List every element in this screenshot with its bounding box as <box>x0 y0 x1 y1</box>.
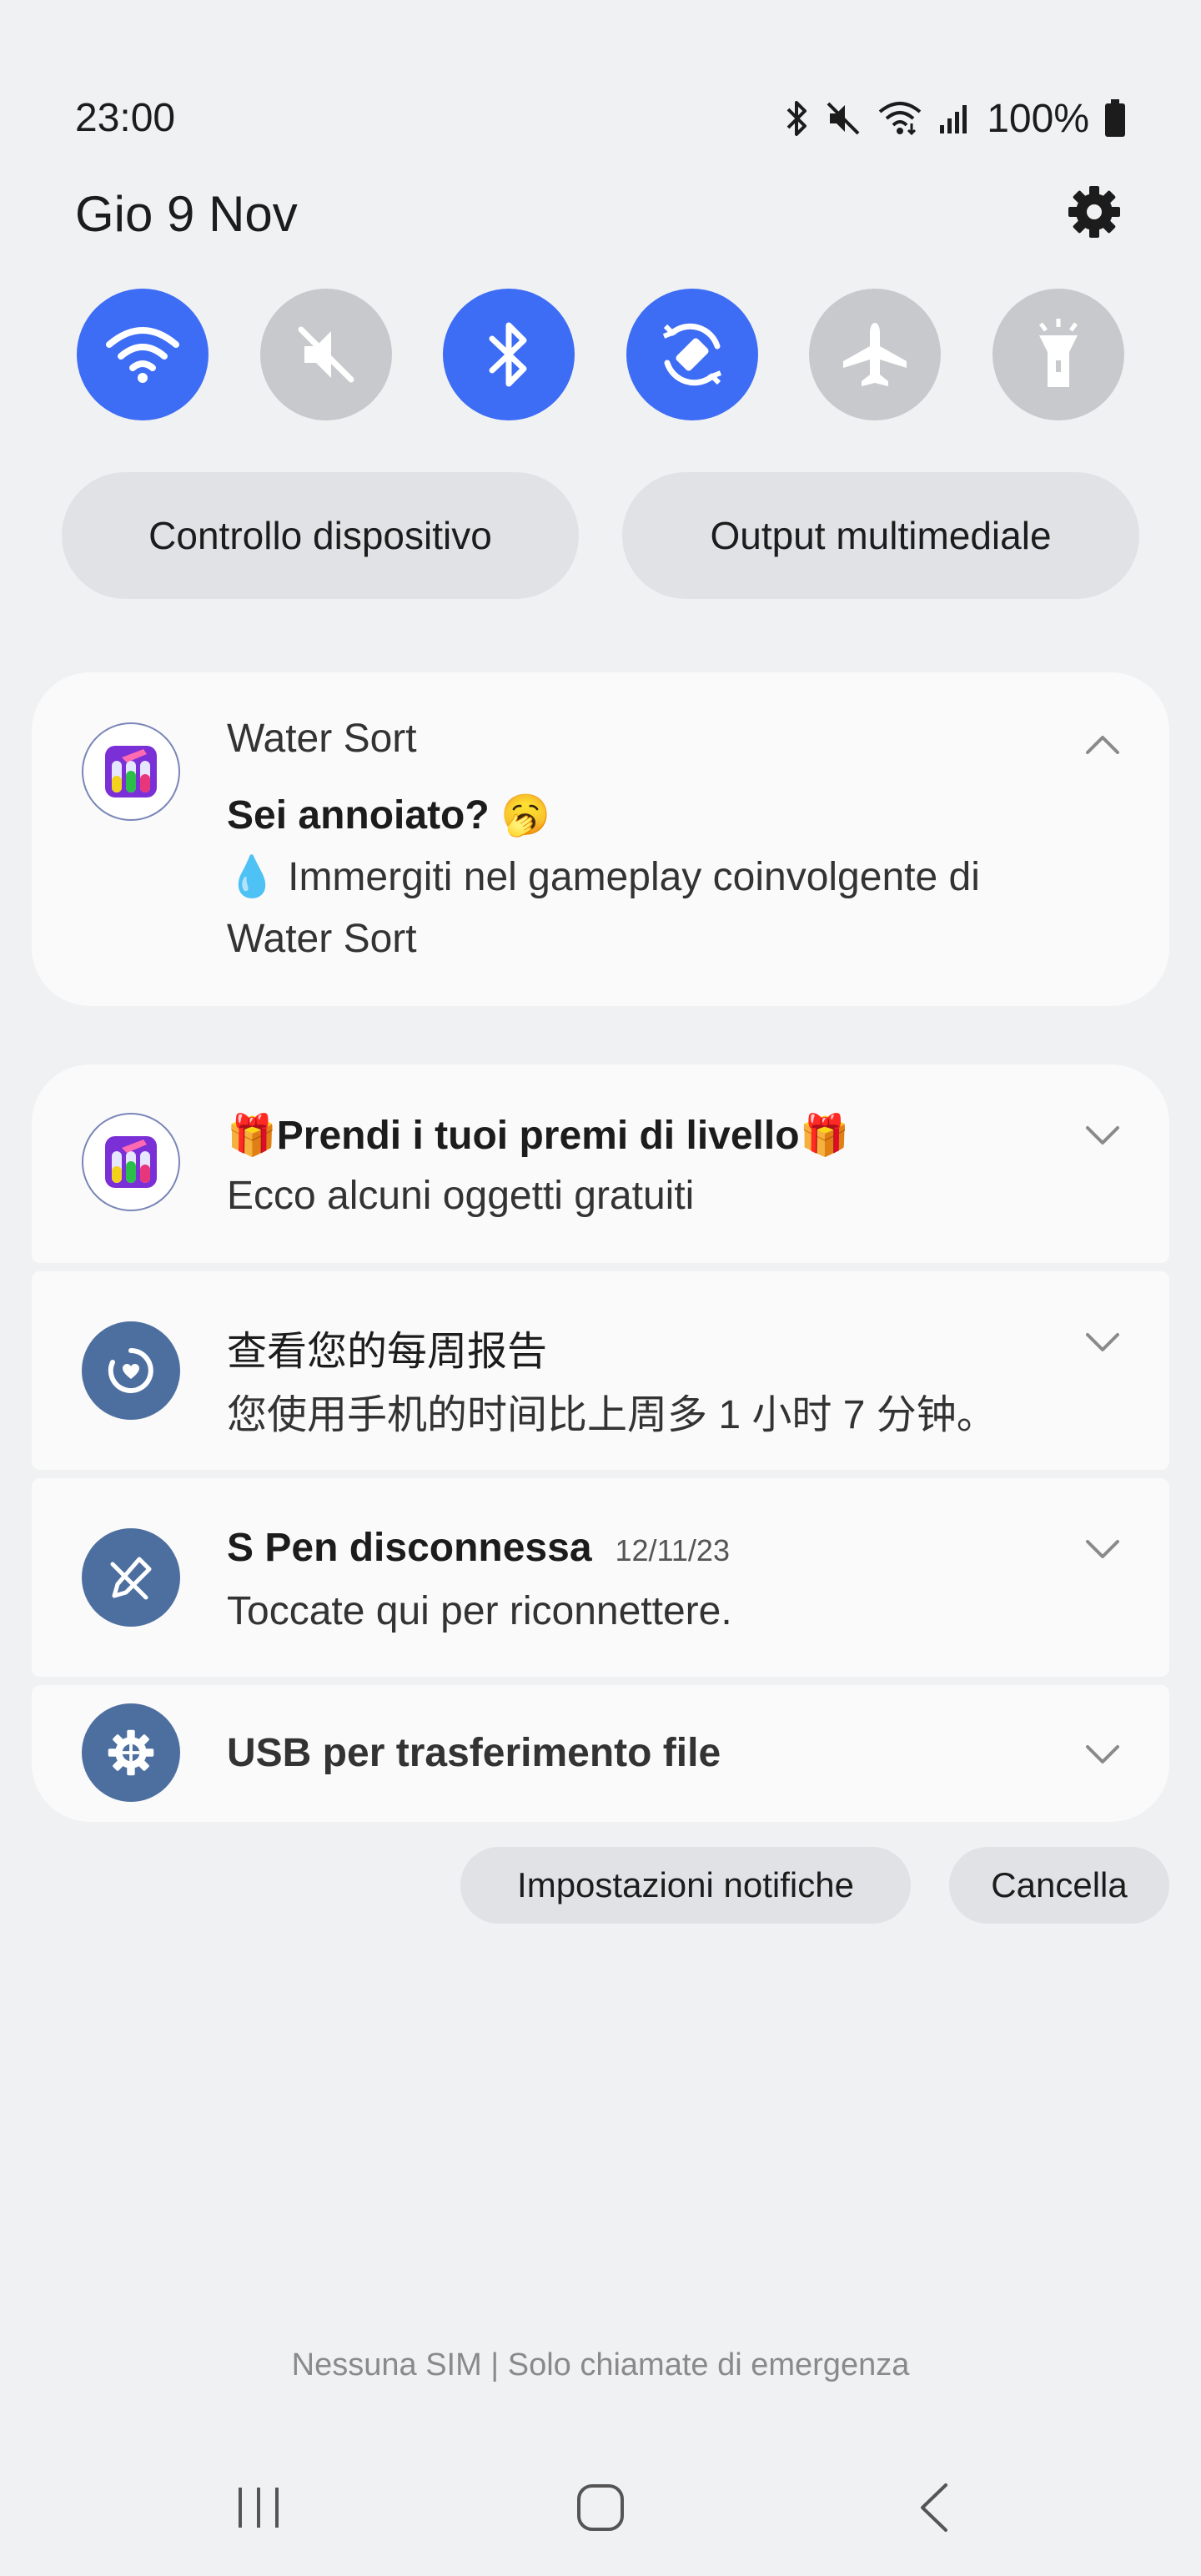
rotate-icon <box>662 323 721 386</box>
pen-off-icon <box>110 1557 152 1600</box>
chevron-down-icon[interactable] <box>1084 1538 1121 1562</box>
date-label: Gio 9 Nov <box>75 186 298 242</box>
notification-title: Sei annoiato? 🥱 <box>227 793 550 838</box>
toggle-auto-rotate[interactable] <box>626 289 758 420</box>
signal-icon <box>940 105 967 133</box>
water-sort-app-icon <box>82 1113 180 1211</box>
toggle-flashlight[interactable] <box>992 289 1124 420</box>
toggle-wifi[interactable] <box>77 289 209 420</box>
wifi-icon <box>878 102 922 136</box>
water-sort-app-icon <box>82 722 180 821</box>
sim-status-text: Nessuna SIM | Solo chiamate di emergenza <box>291 2347 910 2382</box>
home-button[interactable] <box>560 2474 641 2541</box>
battery-icon <box>1105 99 1125 137</box>
notification-body-line2: Water Sort <box>227 917 417 961</box>
notification-title: S Pen disconnessa <box>227 1526 592 1570</box>
notification-title-row: S Pen disconnessa 12/11/23 <box>227 1525 730 1571</box>
android-system-app-icon <box>82 1703 180 1802</box>
media-output-button[interactable]: Output multimediale <box>622 472 1139 599</box>
bluetooth-icon <box>786 101 807 136</box>
notification-body: Toccate qui per riconnettere. <box>227 1589 732 1633</box>
quick-toggles <box>77 289 1124 420</box>
chevron-down-icon[interactable] <box>1084 1331 1121 1355</box>
notification-spen[interactable]: S Pen disconnessa 12/11/23 Toccate qui pe… <box>32 1478 1169 1677</box>
notification-title: 🎁Prendi i tuoi premi di livello🎁 <box>227 1114 850 1158</box>
gear-icon <box>108 1729 154 1776</box>
clear-all-button[interactable]: Cancella <box>949 1847 1169 1924</box>
toggle-sound[interactable] <box>259 289 392 420</box>
notification-body: Ecco alcuni oggetti gratuiti <box>227 1174 695 1218</box>
water-sort-logo-icon <box>105 746 157 797</box>
notification-prizes[interactable]: 🎁Prendi i tuoi premi di livello🎁 Ecco al… <box>32 1064 1169 1263</box>
notification-body-line1: 💧 Immergiti nel gameplay coinvolgente di <box>227 855 980 899</box>
water-sort-logo-icon <box>105 1136 157 1188</box>
bluetooth-icon <box>489 322 527 387</box>
back-button[interactable] <box>901 2474 967 2541</box>
notification-time: 12/11/23 <box>615 1533 730 1567</box>
notification-settings-button[interactable]: Impostazioni notifiche <box>460 1847 911 1924</box>
notification-app-name: Water Sort <box>227 717 417 761</box>
notification-weekly-report[interactable]: 查看您的每周报告 您使用手机的时间比上周多 1 小时 7 分钟。 <box>32 1271 1169 1470</box>
airplane-icon <box>843 323 907 386</box>
mute-icon <box>298 326 354 383</box>
notification-usb[interactable]: USB per trasferimento file <box>32 1685 1169 1822</box>
chevron-up-icon[interactable] <box>1084 732 1121 756</box>
wellbeing-icon <box>108 1348 153 1393</box>
recents-icon <box>239 2488 279 2528</box>
device-control-button[interactable]: Controllo dispositivo <box>62 472 579 599</box>
notification-body: 您使用手机的时间比上周多 1 小时 7 分钟。 <box>227 1393 997 1437</box>
chevron-down-icon[interactable] <box>1084 1124 1121 1148</box>
chevron-down-icon[interactable] <box>1084 1743 1121 1767</box>
mute-icon <box>827 102 860 135</box>
back-icon <box>921 2483 947 2532</box>
status-icons: 100% <box>785 93 1126 143</box>
home-icon <box>577 2484 624 2531</box>
battery-percent: 100% <box>987 96 1089 141</box>
notification-title: USB per trasferimento file <box>227 1731 721 1775</box>
notification-water-sort[interactable]: Water Sort Sei annoiato? 🥱 💧 Immergiti n… <box>32 672 1169 1006</box>
gear-icon <box>1068 186 1120 238</box>
notification-title: 查看您的每周报告 <box>227 1330 548 1374</box>
toggle-airplane-mode[interactable] <box>809 289 942 420</box>
wifi-icon <box>106 327 179 383</box>
status-time: 23:00 <box>75 96 176 140</box>
settings-button[interactable] <box>1064 182 1124 242</box>
recents-button[interactable] <box>225 2474 292 2541</box>
spen-app-icon <box>82 1528 180 1627</box>
flashlight-icon <box>1038 319 1078 387</box>
digital-wellbeing-app-icon <box>82 1321 180 1420</box>
toggle-bluetooth[interactable] <box>443 289 575 420</box>
